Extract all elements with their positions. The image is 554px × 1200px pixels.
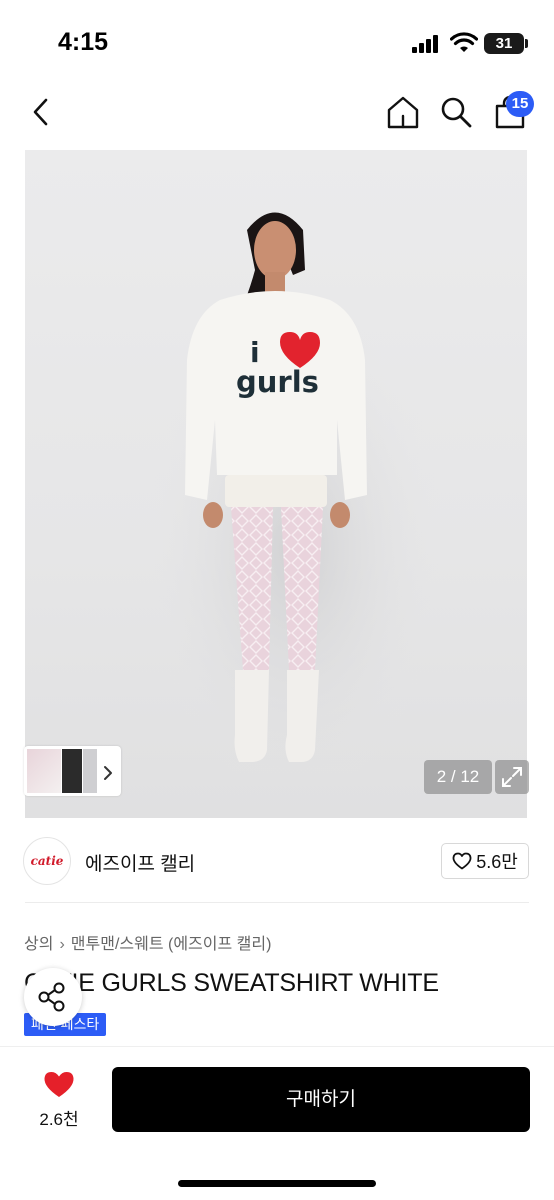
buy-button[interactable]: 구매하기 — [112, 1067, 530, 1132]
brand-like-count: 5.6만 — [476, 852, 518, 872]
status-bar: 4:15 31 — [0, 0, 554, 78]
search-icon[interactable] — [438, 94, 474, 130]
back-arrow-icon[interactable] — [26, 94, 58, 130]
battery-indicator: 31 — [484, 33, 524, 54]
image-counter: 2 / 12 — [424, 760, 492, 794]
share-button[interactable] — [24, 968, 82, 1026]
wifi-icon — [450, 32, 478, 52]
section-divider — [25, 902, 529, 903]
brand-name[interactable]: 에즈이프 캘리 — [85, 849, 195, 876]
brand-like-button[interactable]: 5.6만 — [441, 843, 529, 879]
print-word-gurls: gurls — [236, 365, 319, 399]
thumbnail-3[interactable] — [83, 749, 97, 793]
product-title: CATIE GURLS SWEATSHIRT WHITE — [24, 969, 439, 997]
breadcrumb: 상의 › 맨투맨/스웨트 (에즈이프 캘리) — [24, 930, 271, 954]
model-photo: i gurls — [145, 212, 445, 800]
cellular-signal-icon — [412, 35, 442, 53]
heart-outline-icon — [452, 852, 472, 870]
wishlist-count: 2.6천 — [39, 1110, 79, 1129]
cart-count-badge: 15 — [506, 91, 534, 117]
heart-filled-icon — [44, 1072, 74, 1097]
home-icon[interactable] — [385, 94, 421, 130]
thumbnail-1[interactable] — [27, 749, 61, 793]
breadcrumb-category[interactable]: 상의 — [24, 936, 53, 953]
product-image[interactable]: i gurls — [25, 150, 527, 818]
battery-cap — [525, 39, 528, 48]
home-indicator — [178, 1180, 376, 1187]
thumbnail-2[interactable] — [62, 749, 82, 793]
chevron-right-icon[interactable] — [100, 763, 116, 783]
top-nav — [0, 78, 554, 148]
share-icon — [38, 982, 65, 1012]
brand-logo[interactable]: catie — [23, 837, 71, 885]
breadcrumb-chevron-icon: › — [59, 936, 65, 953]
expand-icon[interactable] — [495, 760, 529, 794]
breadcrumb-subcategory[interactable]: 맨투맨/스웨트 (에즈이프 캘리) — [71, 936, 272, 953]
status-time: 4:15 — [58, 28, 109, 56]
